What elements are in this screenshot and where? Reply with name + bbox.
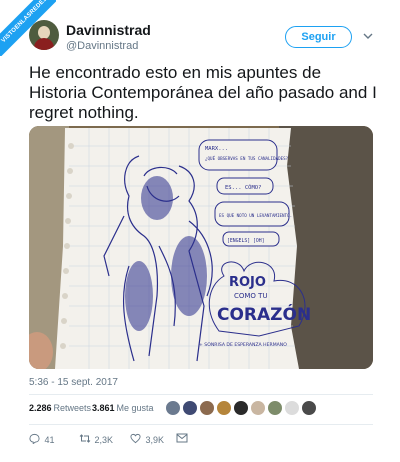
reply-button[interactable]: 41 <box>29 433 55 447</box>
rojo-text: ROJO <box>229 275 266 290</box>
bubble-text-5: [ENGELS] [OH] <box>227 238 265 244</box>
retweets-label: Retweets <box>53 403 92 413</box>
como-tu-text: COMO TU <box>234 292 268 300</box>
bubble-text-3: ES... CÓMO? <box>225 184 261 191</box>
corazon-text: CORAZÓN <box>217 303 311 325</box>
liker-avatar[interactable] <box>199 400 215 416</box>
liker-avatar[interactable] <box>250 400 266 416</box>
liker-avatar[interactable] <box>267 400 283 416</box>
likes-label: Me gusta <box>116 403 154 413</box>
retweet-icon <box>79 433 92 447</box>
user-handle[interactable]: @Davinnistrad <box>66 40 138 52</box>
heart-icon <box>130 433 143 447</box>
reply-count: 41 <box>44 435 55 445</box>
likes-count: 3.861 <box>92 403 115 413</box>
bubble-text-2: ¿QUÉ OBSERVAS EN TUS CANALIDADES? <box>205 156 289 161</box>
liker-avatar[interactable] <box>284 400 300 416</box>
display-name[interactable]: Davinnistrad <box>66 22 151 38</box>
tweet-media-image[interactable]: MARX... ¿QUÉ OBSERVAS EN TUS CANALIDADES… <box>29 126 373 369</box>
tweet-text: He encontrado esto en mis apuntes de His… <box>29 63 377 122</box>
divider <box>29 424 373 425</box>
retweets-stat[interactable]: 2.286 Retweets <box>29 403 91 413</box>
tweet-header: Davinnistrad @Davinnistrad Seguir <box>0 18 400 58</box>
avatar[interactable] <box>29 20 59 50</box>
liker-avatar[interactable] <box>216 400 232 416</box>
chevron-down-icon[interactable] <box>362 30 374 42</box>
retweet-button[interactable]: 2,3K <box>79 433 113 447</box>
retweets-count: 2.286 <box>29 403 52 413</box>
liker-avatar[interactable] <box>233 400 249 416</box>
follow-button[interactable]: Seguir <box>285 26 352 48</box>
divider <box>29 394 373 395</box>
likes-stat[interactable]: 3.861 Me gusta <box>92 403 154 413</box>
reply-icon <box>29 433 42 447</box>
liker-avatar[interactable] <box>165 400 181 416</box>
envelope-icon <box>176 433 189 446</box>
direct-message-button[interactable] <box>176 433 189 447</box>
bubble-text-1: MARX... <box>205 146 228 152</box>
retweet-count: 2,3K <box>94 435 114 445</box>
like-button[interactable]: 3,9K <box>130 433 164 447</box>
caption-text: + SONRISA DE ESPERANZA HERMANO <box>199 342 287 348</box>
like-count: 3,9K <box>145 435 165 445</box>
liker-avatar[interactable] <box>182 400 198 416</box>
liker-avatar[interactable] <box>301 400 317 416</box>
bubble-text-4: ES QUE NOTO UN LEVANTAMIENTO. <box>219 213 292 218</box>
tweet-timestamp[interactable]: 5:36 - 15 sept. 2017 <box>29 377 118 388</box>
